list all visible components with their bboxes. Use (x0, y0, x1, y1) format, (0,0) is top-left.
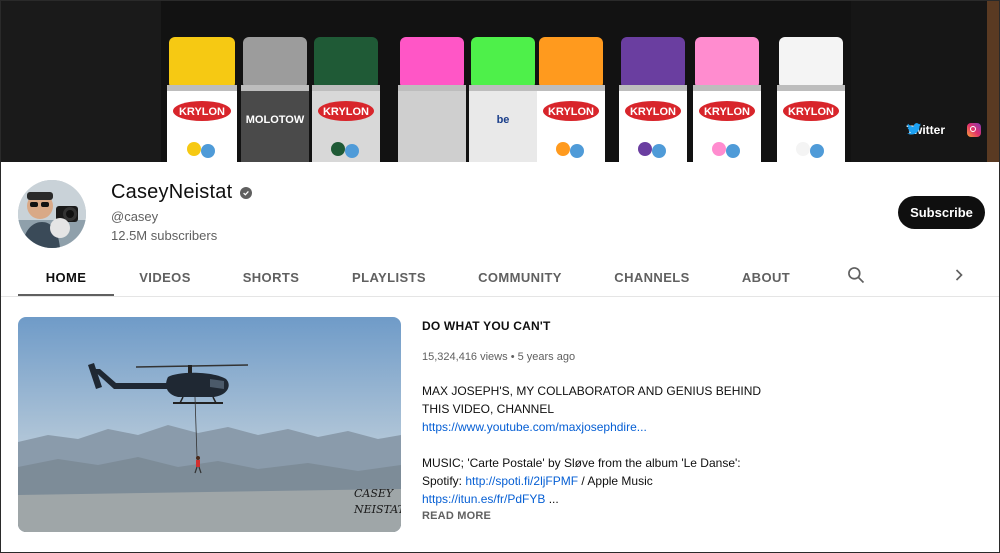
spray-can: KRYLON (693, 37, 761, 162)
svg-text:NEISTAT: NEISTAT (353, 503, 401, 516)
instagram-icon (967, 123, 981, 137)
channel-handle: @casey (111, 209, 159, 224)
description-line: MAX JOSEPH'S, MY COLLABORATOR AND GENIUS… (422, 384, 762, 398)
channel-name-text: CaseyNeistat (111, 181, 233, 203)
thumbnail-signature: CASEY (354, 487, 395, 500)
meta-separator: • (510, 351, 515, 363)
description-text: / Apple Music (578, 474, 653, 488)
instagram-link[interactable] (967, 123, 981, 137)
spray-can: KRYLON (312, 37, 380, 162)
featured-video-meta: 15,324,416 views • 5 years ago (422, 351, 575, 363)
description-link[interactable]: https://itun.es/fr/PdFYB (422, 492, 545, 506)
svg-text:be: be (497, 114, 510, 126)
svg-text:MOLOTOW: MOLOTOW (246, 114, 305, 126)
spray-can: KRYLON (537, 37, 605, 162)
spray-can (398, 37, 466, 162)
description-line: MUSIC; 'Carte Postale' by Sløve from the… (422, 456, 741, 470)
tab-shorts[interactable]: SHORTS (223, 259, 319, 295)
featured-video-title[interactable]: DO WHAT YOU CAN'T (422, 319, 550, 333)
upload-age: 5 years ago (517, 351, 576, 363)
read-more-button[interactable]: READ MORE (422, 510, 491, 522)
svg-text:KRYLON: KRYLON (788, 106, 834, 118)
spray-can: KRYLON (619, 37, 687, 162)
twitter-link[interactable]: Twitter (906, 123, 945, 137)
channel-name[interactable]: CaseyNeistat (111, 181, 253, 204)
description-text: Spotify: (422, 474, 466, 488)
banner-links: Twitter (906, 123, 981, 137)
description-text: ... (545, 492, 559, 506)
featured-video-description: MAX JOSEPH'S, MY COLLABORATOR AND GENIUS… (422, 382, 782, 508)
channel-avatar[interactable] (18, 180, 86, 248)
svg-text:KRYLON: KRYLON (548, 106, 594, 118)
featured-video-thumbnail[interactable]: CASEY NEISTAT (18, 317, 401, 532)
banner-art: KRYLON MOLOTOW KRYLON be KRYLON KRYLON KRYLON K… (1, 1, 999, 162)
description-line: THIS VIDEO, CHANNEL (422, 402, 555, 416)
thumbnail-image: CASEY NEISTAT (18, 317, 401, 532)
tab-about[interactable]: ABOUT (723, 259, 809, 295)
tab-community[interactable]: COMMUNITY (459, 259, 581, 295)
svg-text:KRYLON: KRYLON (179, 106, 225, 118)
description-link[interactable]: http://spoti.fi/2ljFPMF (465, 474, 578, 488)
chevron-right-icon[interactable] (951, 265, 967, 285)
avatar-image (18, 180, 86, 248)
channel-banner: KRYLON MOLOTOW KRYLON be KRYLON KRYLON KRYLON K… (1, 1, 999, 162)
verified-check-icon (240, 186, 253, 199)
search-icon[interactable] (846, 265, 866, 285)
svg-text:KRYLON: KRYLON (630, 106, 676, 118)
view-count: 15,324,416 views (422, 351, 508, 363)
twitter-icon (906, 123, 921, 135)
tab-home[interactable]: HOME (18, 259, 114, 296)
svg-text:KRYLON: KRYLON (323, 106, 369, 118)
subscriber-count: 12.5M subscribers (111, 228, 218, 243)
tab-channels[interactable]: CHANNELS (597, 259, 707, 295)
subscribe-button[interactable]: Subscribe (898, 196, 985, 229)
spray-can: MOLOTOW (241, 37, 309, 162)
tab-videos[interactable]: VIDEOS (119, 259, 211, 295)
description-link[interactable]: https://www.youtube.com/maxjosephdire... (422, 420, 647, 434)
spray-can: be (469, 37, 537, 162)
tab-playlists[interactable]: PLAYLISTS (335, 259, 443, 295)
spray-can: KRYLON (167, 37, 237, 162)
svg-text:KRYLON: KRYLON (704, 106, 750, 118)
spray-can: KRYLON (777, 37, 845, 162)
channel-page: KRYLON MOLOTOW KRYLON be KRYLON KRYLON KRYLON K… (0, 0, 1000, 553)
